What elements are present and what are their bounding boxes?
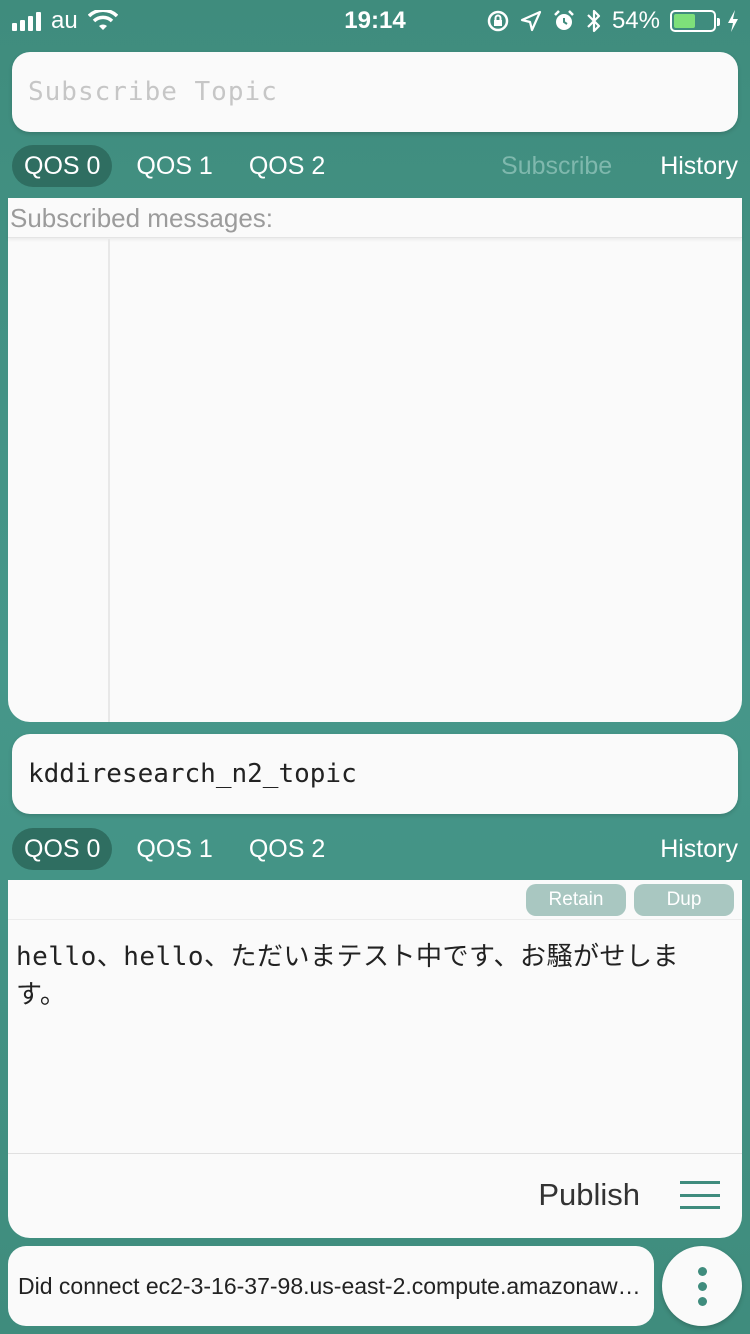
publish-qos-0-button[interactable]: QOS 0 (12, 828, 113, 870)
subscribe-qos-1-button[interactable]: QOS 1 (124, 145, 224, 187)
publish-qos-row: QOS 0 QOS 1 QOS 2 History (12, 826, 738, 872)
rotation-lock-icon (487, 10, 509, 32)
subscribe-topic-input[interactable] (12, 52, 738, 132)
publish-button[interactable]: Publish (538, 1177, 640, 1213)
subscribe-actions: Subscribe History (501, 152, 738, 181)
subscribe-history-button[interactable]: History (660, 152, 738, 181)
charging-icon (728, 10, 738, 32)
menu-icon[interactable] (680, 1181, 720, 1209)
messages-gutter-divider (108, 239, 110, 722)
publish-qos-1-button[interactable]: QOS 1 (124, 828, 224, 870)
retain-toggle[interactable]: Retain (526, 883, 626, 916)
publish-flags-row: Retain Dup (8, 880, 742, 920)
more-vertical-icon (697, 1266, 707, 1276)
publish-qos-2-button[interactable]: QOS 2 (237, 828, 337, 870)
subscribed-messages-panel[interactable]: Subscribed messages: (8, 198, 742, 722)
publish-history-button[interactable]: History (660, 835, 738, 864)
subscribe-button[interactable]: Subscribe (501, 152, 612, 181)
battery-icon (670, 10, 720, 32)
connection-log: Did connect ec2-3-16-37-98.us-east-2.com… (8, 1246, 654, 1326)
subscribe-qos-0-button[interactable]: QOS 0 (12, 145, 113, 187)
publish-actions-row: Publish (8, 1154, 742, 1236)
location-icon (520, 10, 542, 32)
publish-topic-input[interactable] (12, 734, 738, 814)
publish-actions: History (660, 835, 738, 864)
subscribe-qos-2-button[interactable]: QOS 2 (237, 145, 337, 187)
battery-fill (674, 14, 695, 28)
status-right: 54% (486, 7, 740, 35)
more-options-button[interactable] (662, 1246, 742, 1326)
publish-panel: Retain Dup hello、hello、ただいまテスト中です、お騒がせしま… (8, 880, 742, 1238)
subscribe-qos-row: QOS 0 QOS 1 QOS 2 Subscribe History (12, 143, 738, 189)
dup-toggle[interactable]: Dup (634, 883, 734, 916)
subscribed-messages-header: Subscribed messages: (8, 198, 742, 238)
bluetooth-icon (587, 9, 601, 33)
status-bar: au 19:14 54% (0, 0, 750, 40)
alarm-icon (554, 10, 574, 30)
publish-message-textarea[interactable]: hello、hello、ただいまテスト中です、お騒がせします。 (8, 920, 742, 1154)
battery-percent: 54% (611, 7, 660, 34)
